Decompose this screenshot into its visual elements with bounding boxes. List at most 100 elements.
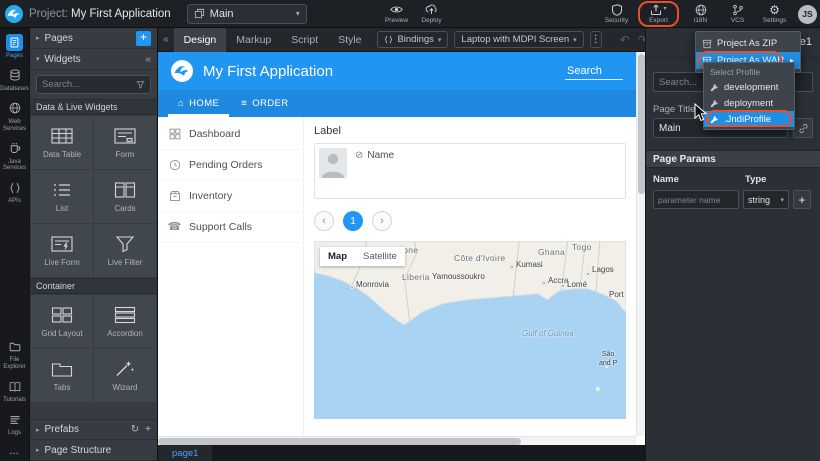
- preview-button[interactable]: Preview: [381, 3, 412, 25]
- canvas-vertical-scrollbar[interactable]: [636, 52, 645, 436]
- export-tray-icon: [650, 4, 662, 16]
- list-icon: [51, 181, 73, 199]
- wavemaker-logo-icon[interactable]: [4, 4, 24, 24]
- app-search-input[interactable]: Search: [565, 63, 623, 80]
- widget-tile-live-filter[interactable]: Live Filter: [94, 224, 156, 277]
- more-options-button[interactable]: ⋮: [590, 31, 602, 48]
- rail-item-web-services[interactable]: Web Services: [0, 100, 30, 133]
- submenu-item-deployment[interactable]: deployment: [704, 95, 794, 111]
- widget-label: Form: [116, 150, 135, 159]
- rail-item-pages[interactable]: Pages: [0, 34, 30, 60]
- vcs-button[interactable]: VCS: [722, 4, 753, 25]
- rail-item-file-explorer[interactable]: File Explorer: [0, 338, 30, 371]
- chevron-down-icon: ▾: [296, 9, 300, 18]
- map-label-monrovia: Monrovia: [356, 280, 389, 289]
- map-label-kumasi: Kumasi: [516, 260, 543, 269]
- menu-item-dashboard[interactable]: Dashboard: [158, 119, 303, 150]
- settings-button[interactable]: ⚙ Settings: [759, 4, 790, 25]
- menu-item-label: Support Calls: [189, 221, 252, 233]
- inventory-box-icon: [168, 190, 181, 202]
- rail-label: Web Services: [0, 119, 30, 133]
- nav-item-order[interactable]: ≡ ORDER: [231, 90, 298, 117]
- name-label: Name: [367, 150, 394, 161]
- menu-item-pending-orders[interactable]: Pending Orders: [158, 150, 303, 181]
- security-button[interactable]: Security: [601, 4, 632, 25]
- widget-tile-wizard[interactable]: Wizard: [94, 349, 156, 402]
- refresh-prefabs-icon[interactable]: ↻: [131, 424, 139, 435]
- map-widget[interactable]: Map Satellite Sierra Leone Monrovia Libe…: [314, 241, 626, 419]
- tab-script[interactable]: Script: [281, 28, 328, 52]
- tab-design[interactable]: Design: [174, 28, 227, 52]
- rail-item-tutorials[interactable]: Tutorials: [0, 378, 30, 404]
- globe-icon: [695, 4, 707, 16]
- widget-tile-accordion[interactable]: Accordion: [94, 295, 156, 348]
- widget-tile-live-form[interactable]: Live Form: [31, 224, 93, 277]
- carousel-prev-button[interactable]: ‹: [314, 211, 334, 231]
- carousel-page-indicator[interactable]: 1: [343, 211, 363, 231]
- map-button[interactable]: Map: [320, 247, 355, 266]
- bind-link-icon[interactable]: [793, 118, 813, 138]
- add-prefab-icon[interactable]: +: [145, 424, 151, 435]
- widget-tile-cards[interactable]: Cards: [94, 170, 156, 223]
- user-avatar[interactable]: JS: [798, 5, 817, 24]
- editor-area: « Design Markup Script Style Bindings ▾ …: [158, 28, 645, 461]
- prefabs-section-header[interactable]: ▸ Prefabs ↻ +: [30, 419, 157, 440]
- widget-tile-data-table[interactable]: Data Table: [31, 116, 93, 169]
- filter-icon[interactable]: [136, 80, 145, 89]
- page-structure-section-header[interactable]: ▸ Page Structure: [30, 440, 157, 461]
- widget-label: Data Table: [43, 150, 81, 159]
- rail-item-apis[interactable]: APIs: [0, 179, 30, 205]
- param-type-select[interactable]: string ▾: [743, 190, 789, 209]
- collapse-left-icon[interactable]: «: [158, 34, 174, 45]
- nav-item-home[interactable]: ⌂ HOME: [168, 90, 229, 117]
- undo-icon[interactable]: ↶: [620, 33, 630, 47]
- device-selector-dropdown[interactable]: Laptop with MDPI Screen ▾: [454, 31, 583, 48]
- submenu-item-development[interactable]: development: [704, 79, 794, 95]
- widget-tile-form[interactable]: Form: [94, 116, 156, 169]
- rail-item-java-services[interactable]: Java Services: [0, 140, 30, 173]
- tab-markup[interactable]: Markup: [226, 28, 281, 52]
- rail-item-databases[interactable]: Databases: [0, 67, 30, 93]
- pages-section-header[interactable]: ▸ Pages +: [30, 28, 157, 49]
- satellite-button[interactable]: Satellite: [355, 247, 405, 266]
- prefabs-header-label: Prefabs: [45, 424, 79, 435]
- map-label-sao-tome-line1: São: [602, 351, 614, 358]
- rail-more-icon[interactable]: …: [9, 446, 20, 457]
- rail-item-logs[interactable]: Logs: [0, 411, 30, 437]
- carousel-next-button[interactable]: ›: [372, 211, 392, 231]
- map-dot-kumasi: [510, 265, 514, 269]
- page-tabs-bar: page1: [158, 445, 645, 461]
- widget-tile-grid-layout[interactable]: Grid Layout: [31, 295, 93, 348]
- widgets-panel: ▸ Pages + ▾ Widgets « Data & Live Widget…: [30, 28, 158, 461]
- add-page-button[interactable]: +: [136, 31, 151, 46]
- menu-item-project-as-zip[interactable]: Project As ZIP: [696, 35, 800, 52]
- tab-style[interactable]: Style: [328, 28, 371, 52]
- vscroll-thumb[interactable]: [638, 54, 645, 194]
- deploy-button[interactable]: Deploy: [416, 3, 447, 25]
- menu-item-label: Pending Orders: [189, 159, 263, 171]
- menu-item-support-calls[interactable]: ☎ Support Calls: [158, 212, 303, 243]
- hscroll-thumb[interactable]: [158, 438, 521, 445]
- map-dot-accra: [542, 281, 546, 285]
- widget-tile-list[interactable]: List: [31, 170, 93, 223]
- page-selector-dropdown[interactable]: Main ▾: [187, 4, 307, 24]
- widgets-section-header[interactable]: ▾ Widgets «: [30, 49, 157, 70]
- submenu-item-label: development: [724, 82, 778, 93]
- widget-tile-tabs[interactable]: Tabs: [31, 349, 93, 402]
- section-data-live-widgets: Data & Live Widgets: [30, 99, 157, 115]
- canvas-horizontal-scrollbar[interactable]: [158, 436, 636, 445]
- wrench-icon: [710, 115, 719, 124]
- collapse-panel-icon[interactable]: «: [145, 54, 151, 65]
- widget-search-input[interactable]: [42, 79, 132, 90]
- map-dot-monrovia: [350, 285, 354, 289]
- i18n-button[interactable]: i18N: [685, 4, 716, 25]
- widget-search-wrap: [30, 70, 157, 99]
- export-button[interactable]: ▾ Export: [643, 4, 674, 25]
- page-tab-page1[interactable]: page1: [158, 445, 212, 461]
- bindings-button[interactable]: Bindings ▾: [377, 31, 448, 48]
- submenu-item-jndiprofile[interactable]: .JndiProfile: [704, 111, 794, 127]
- param-name-input[interactable]: [653, 190, 739, 209]
- add-param-button[interactable]: +: [793, 190, 811, 209]
- menu-item-inventory[interactable]: Inventory: [158, 181, 303, 212]
- name-panel[interactable]: ⊘ Name: [314, 143, 626, 199]
